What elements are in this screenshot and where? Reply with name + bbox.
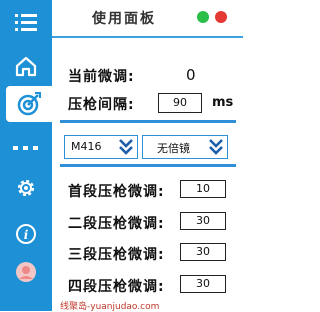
minimize-button[interactable] [197,11,209,23]
gear-icon[interactable] [0,170,52,206]
stage-3-label: 三段压枪微调: [68,247,165,263]
stage-4-label: 四段压枪微调: [68,279,165,295]
divider-top [60,120,236,123]
current-adjust-label: 当前微调: [68,69,135,85]
sidebar: i [0,0,52,311]
menu-icon[interactable] [0,4,52,40]
stage-2-label: 二段压枪微调: [68,216,165,232]
current-adjust-value: 0 [186,66,196,84]
target-icon[interactable] [6,86,52,122]
stage-3-input[interactable]: 30 [180,243,226,261]
stage-1-input[interactable]: 10 [180,180,226,198]
page-title: 使用面板 [92,11,156,27]
scope-select-value: 无倍镜 [157,142,190,155]
more-icon[interactable] [0,130,52,166]
stage-4-input[interactable]: 30 [180,275,226,293]
home-icon[interactable] [0,48,52,84]
header: 使用面板 [52,0,243,38]
interval-label: 压枪间隔: [68,97,135,113]
interval-input[interactable]: 90 [158,93,202,113]
close-button[interactable] [215,11,227,23]
svg-text:i: i [24,228,29,242]
weapon-select[interactable]: M416 [64,135,138,159]
avatar-icon[interactable] [0,254,52,290]
watermark: 线聚岛-yuanjudao.com [60,302,160,312]
divider-bottom [60,164,236,167]
info-icon[interactable]: i [0,216,52,252]
stage-2-input[interactable]: 30 [180,212,226,230]
stage-1-label: 首段压枪微调: [68,184,165,200]
interval-unit: ms [212,95,234,110]
weapon-select-value: M416 [71,140,102,153]
chevron-down-icon [208,138,224,160]
scope-select[interactable]: 无倍镜 [142,135,228,159]
chevron-down-icon [118,138,134,160]
